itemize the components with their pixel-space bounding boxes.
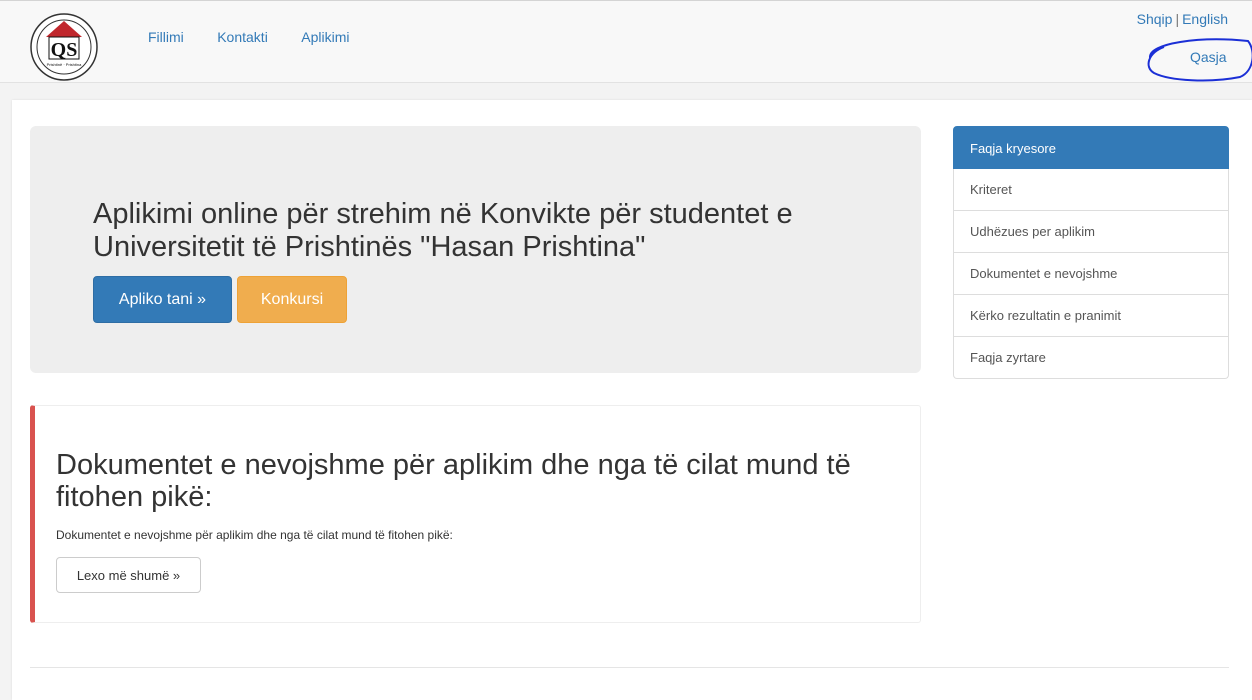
- hero-title: Aplikimi online për strehim në Konvikte …: [93, 198, 793, 263]
- sidebar-item-required-documents[interactable]: Dokumentet e nevojshme: [953, 253, 1229, 295]
- lang-shqip[interactable]: Shqip: [1137, 11, 1173, 27]
- callout-text: Dokumentet e nevojshme për aplikim dhe n…: [56, 528, 453, 542]
- login-link[interactable]: Qasja: [1190, 49, 1227, 65]
- sidebar-item-home[interactable]: Faqja kryesore: [953, 126, 1229, 169]
- contest-button[interactable]: Konkursi: [237, 276, 347, 323]
- sidebar-item-criteria[interactable]: Kriteret: [953, 169, 1229, 211]
- nav-aplikimi[interactable]: Aplikimi: [301, 29, 349, 45]
- nav-kontakti[interactable]: Kontakti: [217, 29, 268, 45]
- footer-divider: [30, 667, 1229, 668]
- sidebar-item-official-site[interactable]: Faqja zyrtare: [953, 337, 1229, 379]
- lang-english[interactable]: English: [1182, 11, 1228, 27]
- sidebar-item-application-guide[interactable]: Udhëzues per aplikim: [953, 211, 1229, 253]
- read-more-button[interactable]: Lexo më shumë »: [56, 557, 201, 593]
- top-navbar: QS Prishtinë · Prishtina Fillimi Kontakt…: [0, 0, 1252, 83]
- documents-callout: Dokumentet e nevojshme për aplikim dhe n…: [30, 405, 921, 623]
- logo-text: QS: [51, 39, 78, 61]
- apply-now-button[interactable]: Apliko tani »: [93, 276, 232, 323]
- sidebar-item-search-results[interactable]: Kërko rezultatin e pranimit: [953, 295, 1229, 337]
- hero-jumbotron: Aplikimi online për strehim në Konvikte …: [30, 126, 921, 373]
- sidebar-menu: Faqja kryesore Kriteret Udhëzues per apl…: [953, 126, 1229, 379]
- language-switcher: Shqip | English: [1137, 11, 1228, 27]
- callout-heading: Dokumentet e nevojshme për aplikim dhe n…: [56, 449, 851, 513]
- qs-seal-logo: QS Prishtinë · Prishtina: [30, 13, 98, 81]
- lang-separator: |: [1175, 11, 1180, 27]
- logo[interactable]: QS Prishtinë · Prishtina: [24, 11, 104, 81]
- nav-fillimi[interactable]: Fillimi: [148, 29, 184, 45]
- main-nav: Fillimi Kontakti Aplikimi: [148, 29, 379, 47]
- logo-caption: Prishtinë · Prishtina: [47, 62, 82, 67]
